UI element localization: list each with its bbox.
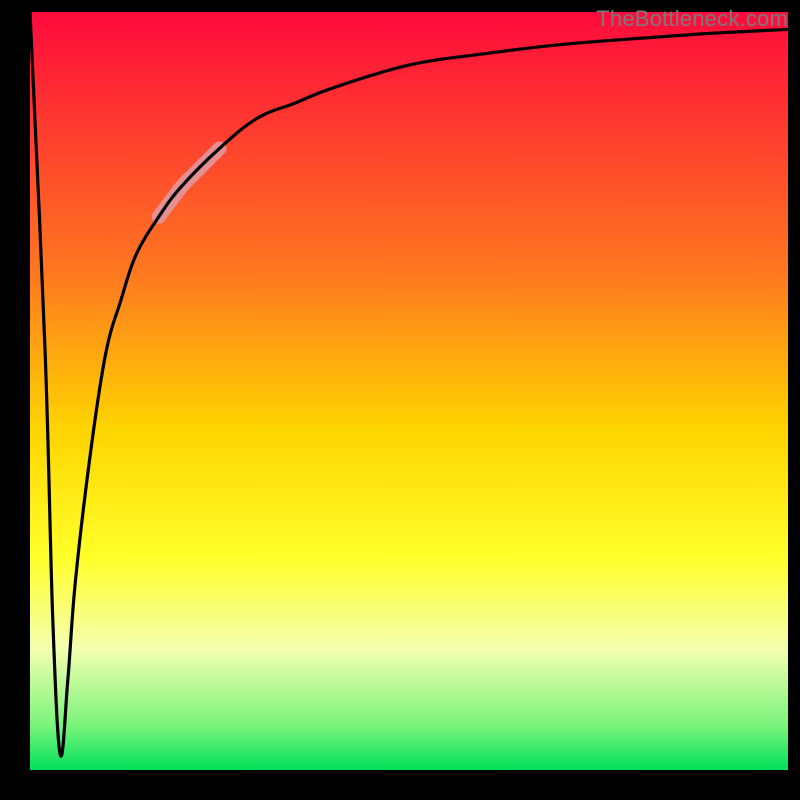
chart-background-gradient xyxy=(30,12,788,770)
bottleneck-chart: TheBottleneck.com xyxy=(0,0,800,800)
watermark-text: TheBottleneck.com xyxy=(596,6,788,32)
chart-svg xyxy=(0,0,800,800)
